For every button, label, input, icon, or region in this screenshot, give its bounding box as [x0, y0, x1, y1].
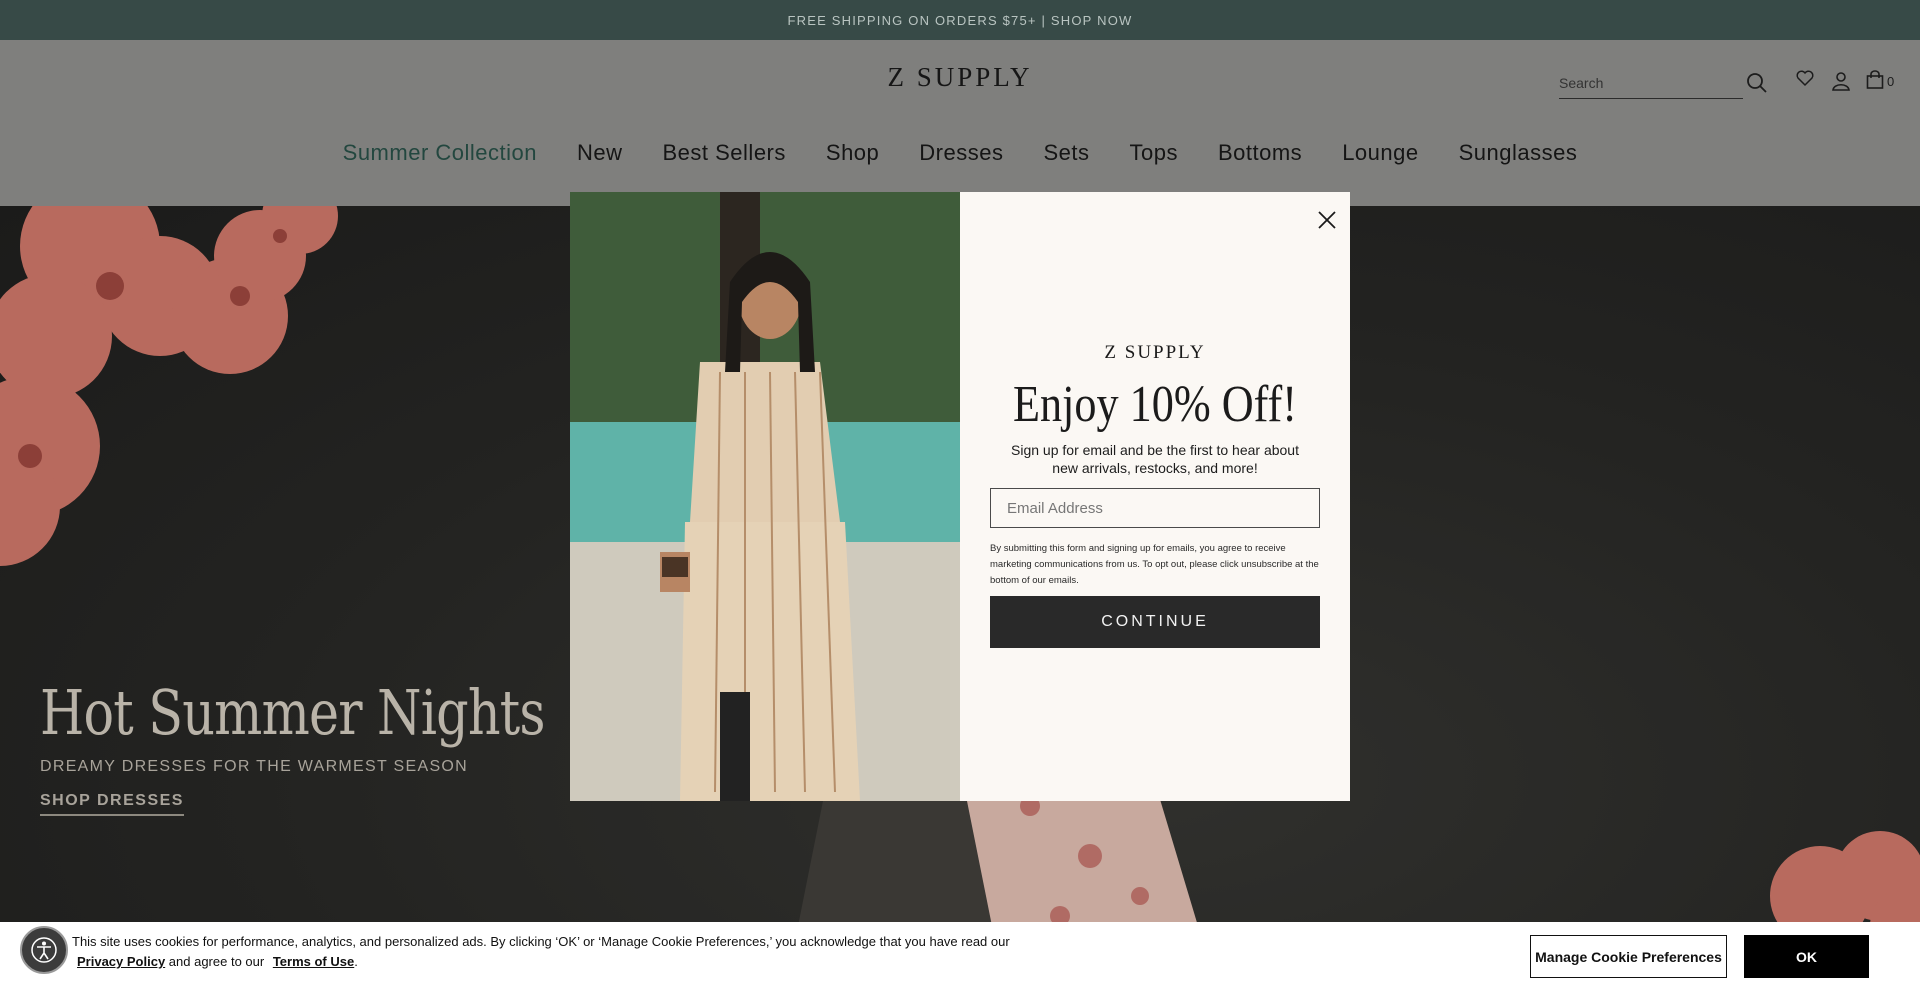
- nav-item-bottoms[interactable]: Bottoms: [1218, 140, 1302, 166]
- search-input[interactable]: [1559, 68, 1743, 98]
- cart-count[interactable]: 0: [1887, 74, 1894, 89]
- hero-subtitle: DREAMY DRESSES FOR THE WARMEST SEASON: [40, 758, 469, 775]
- terms-of-use-link[interactable]: Terms of Use: [273, 954, 354, 969]
- cookie-banner: This site uses cookies for performance, …: [0, 922, 1920, 993]
- nav-item-sets[interactable]: Sets: [1043, 140, 1089, 166]
- nav-item-dresses[interactable]: Dresses: [919, 140, 1003, 166]
- cookie-text: This site uses cookies for performance, …: [72, 934, 1010, 949]
- main-nav: Summer Collection New Best Sellers Shop …: [0, 140, 1920, 166]
- modal-headline: Enjoy 10% Off!: [1013, 376, 1297, 433]
- modal-body-text: Sign up for email and be the first to he…: [1011, 442, 1299, 476]
- user-icon[interactable]: [1830, 70, 1852, 92]
- site-header: Z SUPPLY 0 Summer Collection New Best Se…: [0, 40, 1920, 206]
- announcement-bar[interactable]: FREE SHIPPING ON ORDERS $75+ | SHOP NOW: [0, 0, 1920, 40]
- announcement-text[interactable]: FREE SHIPPING ON ORDERS $75+ | SHOP NOW: [787, 13, 1132, 28]
- hibiscus-flower-right-image: [1770, 831, 1920, 922]
- accessibility-icon[interactable]: [20, 926, 68, 974]
- nav-item-shop[interactable]: Shop: [826, 140, 879, 166]
- search-box: [1559, 68, 1743, 99]
- nav-item-sunglasses[interactable]: Sunglasses: [1459, 140, 1578, 166]
- nav-item-summer-collection[interactable]: Summer Collection: [343, 140, 537, 166]
- shop-dresses-link[interactable]: SHOP DRESSES: [40, 792, 184, 816]
- manage-cookie-preferences-button[interactable]: Manage Cookie Preferences: [1530, 935, 1727, 978]
- cookie-end-text: .: [354, 954, 358, 969]
- ok-button[interactable]: OK: [1744, 935, 1869, 978]
- hibiscus-flowers-image: [0, 206, 338, 566]
- search-icon[interactable]: [1744, 70, 1770, 96]
- close-icon[interactable]: [1313, 206, 1341, 234]
- nav-item-lounge[interactable]: Lounge: [1342, 140, 1418, 166]
- heart-icon[interactable]: [1794, 67, 1816, 89]
- cookie-message: This site uses cookies for performance, …: [72, 932, 1072, 972]
- modal-logo: Z SUPPLY: [1104, 342, 1206, 363]
- nav-item-new[interactable]: New: [577, 140, 623, 166]
- bag-icon[interactable]: [1864, 69, 1886, 91]
- modal-model-image: [570, 192, 960, 801]
- email-field[interactable]: [990, 488, 1320, 528]
- hero-title: Hot Summer Nights: [40, 676, 546, 749]
- nav-item-best-sellers[interactable]: Best Sellers: [663, 140, 786, 166]
- nav-item-tops[interactable]: Tops: [1130, 140, 1178, 166]
- modal-legal-text: By submitting this form and signing up f…: [990, 543, 1319, 586]
- privacy-policy-link[interactable]: Privacy Policy: [77, 954, 165, 969]
- continue-button[interactable]: CONTINUE: [990, 596, 1320, 648]
- cookie-middle-text: and agree to our: [168, 954, 265, 969]
